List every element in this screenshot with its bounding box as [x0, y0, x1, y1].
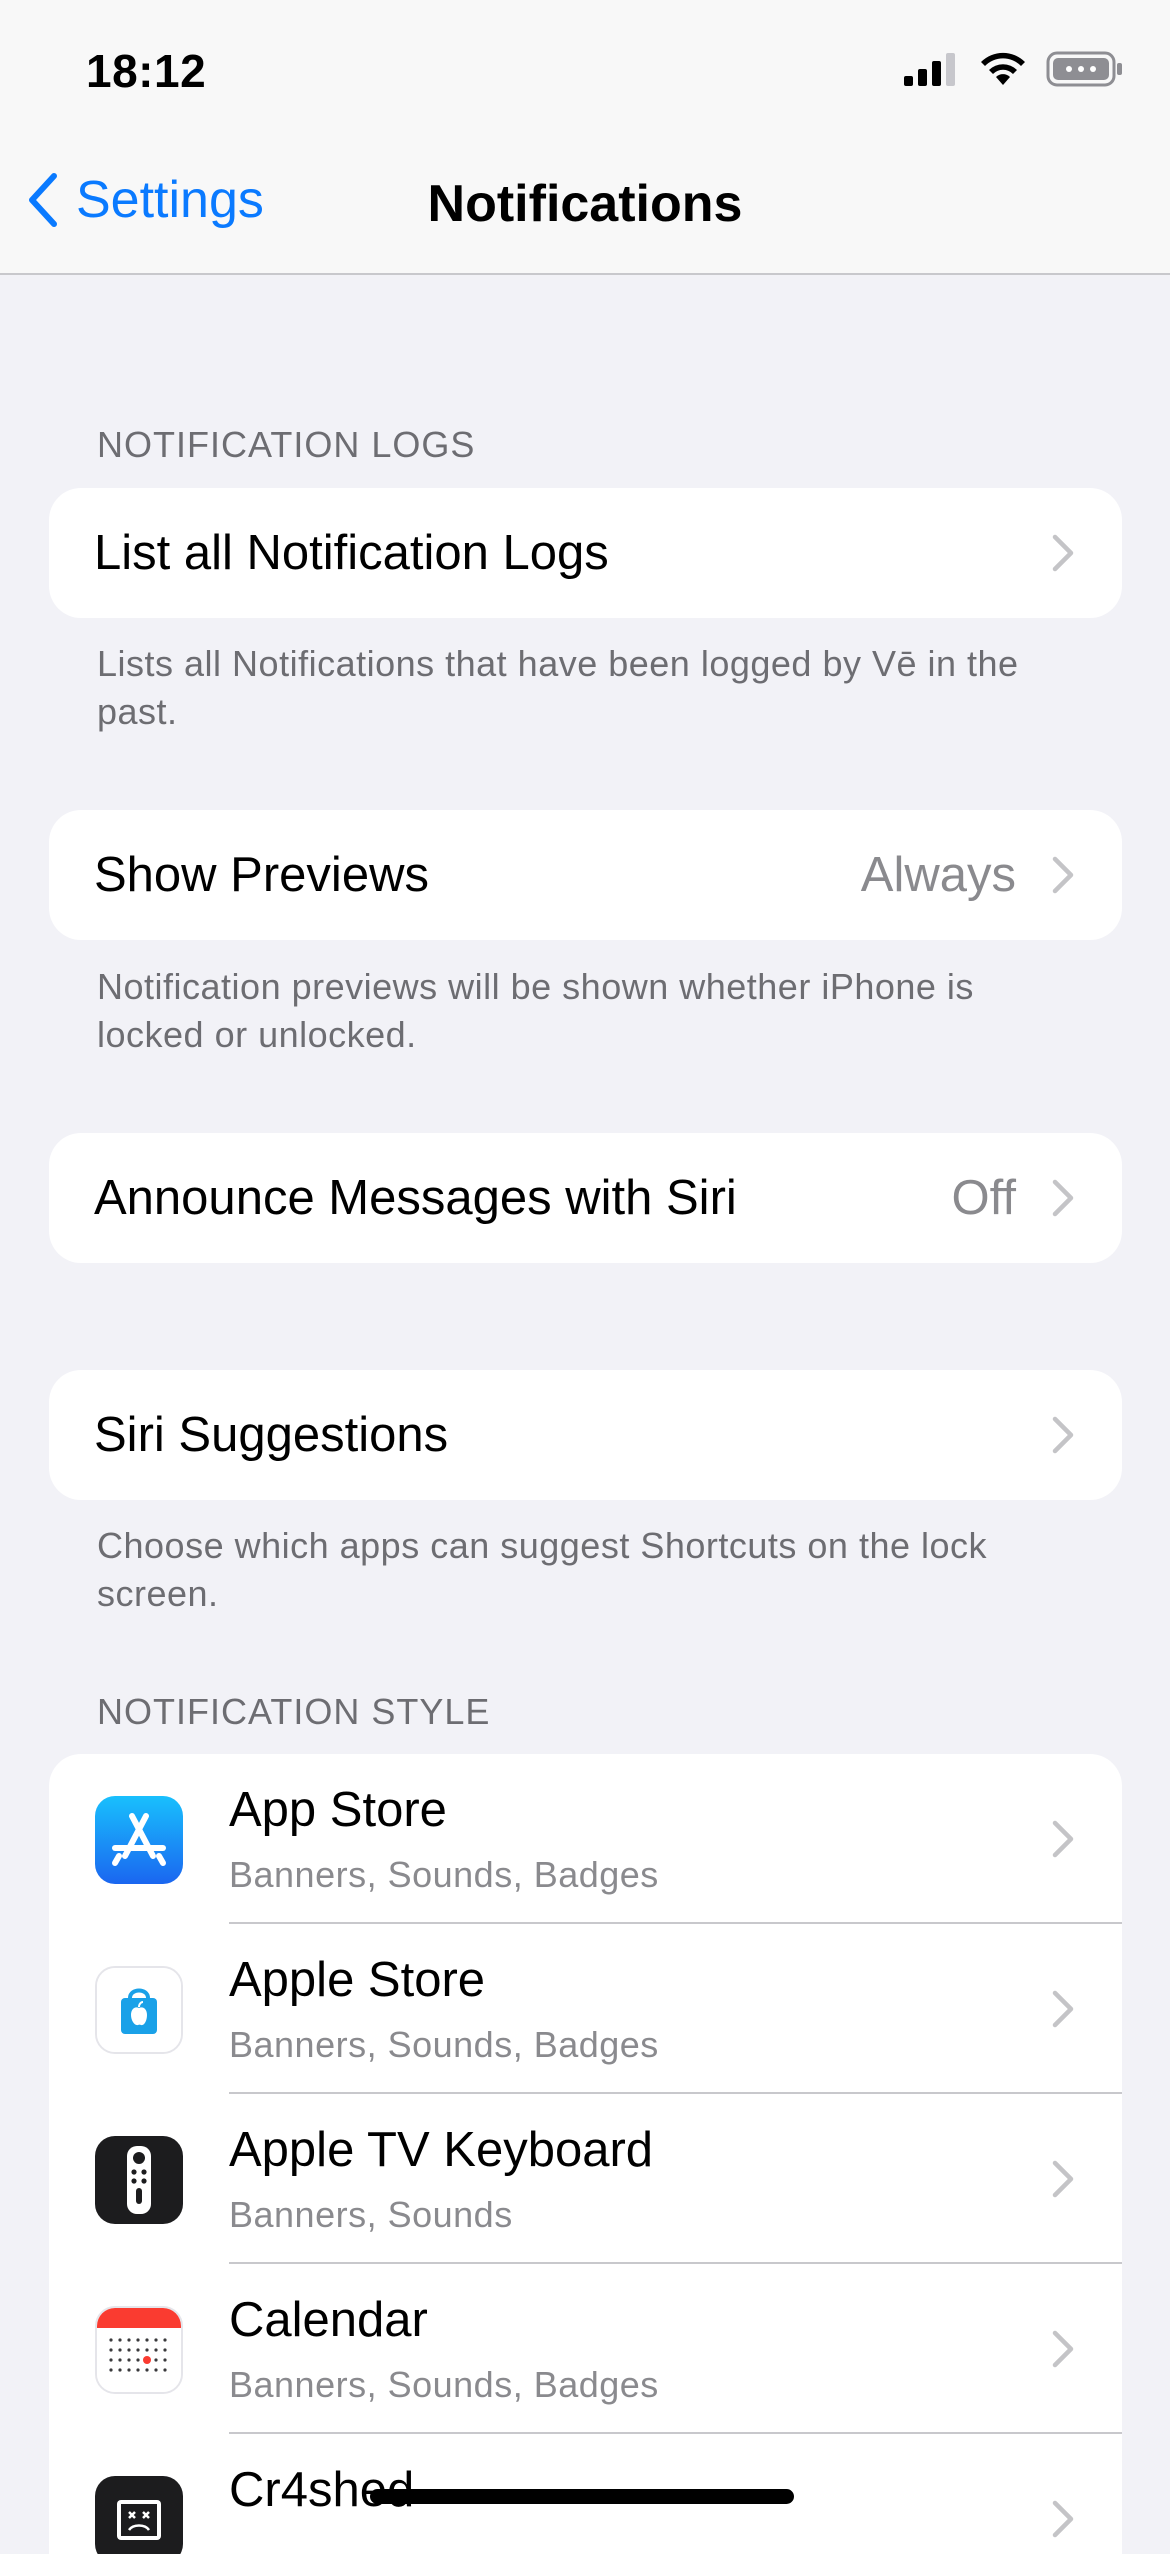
row-label: Show Previews	[94, 848, 429, 902]
app-name: Calendar	[229, 2293, 428, 2347]
app-alert-style: Banners, Sounds, Badges	[229, 1854, 659, 1895]
show-previews-row[interactable]: Show Previews Always	[49, 810, 1122, 940]
group-notification-style: App Store Banners, Sounds, Badges Apple …	[49, 1754, 1122, 2554]
siri-suggestions-footer: Choose which apps can suggest Shortcuts …	[97, 1525, 988, 1614]
show-previews-footer: Notification previews will be shown whet…	[97, 966, 974, 1055]
status-time: 18:12	[86, 45, 207, 97]
app-name: App Store	[229, 1783, 447, 1837]
group-siri-suggestions: Siri Suggestions	[49, 1370, 1122, 1500]
app-alert-style: Banners, Sounds	[229, 2194, 513, 2235]
chevron-right-icon	[1052, 534, 1074, 572]
chevron-right-icon	[1052, 1820, 1074, 1858]
app-row-calendar[interactable]: Calendar Banners, Sounds, Badges	[49, 2264, 1122, 2434]
row-label: Announce Messages with Siri	[94, 1171, 737, 1225]
signal-icon	[904, 52, 960, 91]
chevron-right-icon	[1052, 2160, 1074, 2198]
app-name: Apple Store	[229, 1953, 486, 2007]
group-show-previews: Show Previews Always	[49, 810, 1122, 940]
home-indicator[interactable]	[370, 2489, 794, 2504]
page-title: Notifications	[427, 175, 743, 233]
app-store-icon	[95, 1796, 183, 1884]
cr4shed-icon	[95, 2476, 183, 2554]
group-notification-logs: List all Notification Logs	[49, 488, 1122, 618]
row-label: List all Notification Logs	[94, 526, 609, 580]
app-name: Apple TV Keyboard	[229, 2123, 654, 2177]
app-row-apple-store[interactable]: Apple Store Banners, Sounds, Badges	[49, 1924, 1122, 2094]
chevron-right-icon	[1052, 1416, 1074, 1454]
app-row-app-store[interactable]: App Store Banners, Sounds, Badges	[49, 1754, 1122, 1924]
apple-tv-remote-icon	[95, 2136, 183, 2224]
notification-logs-footer: Lists all Notifications that have been l…	[97, 643, 1019, 732]
app-alert-style: Banners, Sounds, Badges	[229, 2024, 659, 2065]
row-label: Siri Suggestions	[94, 1408, 449, 1462]
wifi-icon	[978, 51, 1028, 92]
chevron-right-icon	[1052, 1990, 1074, 2028]
status-icons	[904, 50, 1124, 93]
row-value: Always	[860, 848, 1016, 902]
section-header-notification-style: NOTIFICATION STYLE	[97, 1691, 491, 1732]
navigation-bar: Settings Notifications	[0, 140, 1170, 275]
chevron-right-icon	[1052, 856, 1074, 894]
chevron-right-icon	[1052, 2330, 1074, 2368]
announce-messages-row[interactable]: Announce Messages with Siri Off	[49, 1133, 1122, 1263]
chevron-right-icon	[1052, 1179, 1074, 1217]
battery-icon	[1046, 50, 1124, 93]
apple-store-icon	[95, 1966, 183, 2054]
status-bar: 18:12	[0, 0, 1170, 140]
siri-suggestions-row[interactable]: Siri Suggestions	[49, 1370, 1122, 1500]
app-row-apple-tv-keyboard[interactable]: Apple TV Keyboard Banners, Sounds	[49, 2094, 1122, 2264]
chevron-right-icon	[1052, 2500, 1074, 2538]
app-alert-style: Banners, Sounds, Badges	[229, 2364, 659, 2405]
calendar-icon	[95, 2306, 183, 2394]
row-value: Off	[951, 1171, 1016, 1225]
group-announce-messages: Announce Messages with Siri Off	[49, 1133, 1122, 1263]
section-header-notification-logs: NOTIFICATION LOGS	[97, 424, 476, 465]
list-notification-logs-row[interactable]: List all Notification Logs	[49, 488, 1122, 618]
